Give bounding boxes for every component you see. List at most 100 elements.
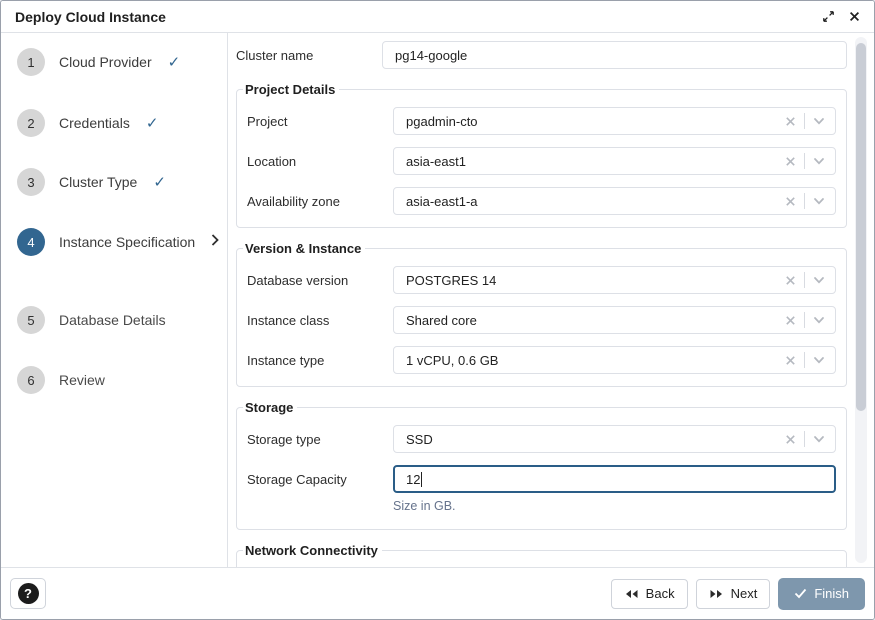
select-divider xyxy=(804,153,805,169)
project-details-legend: Project Details xyxy=(243,82,339,97)
storage-section: Storage Storage type SSD Storage Capacit… xyxy=(236,400,847,530)
dialog-footer: ? Back Next Finish xyxy=(1,567,874,619)
text-cursor xyxy=(421,472,422,487)
chevron-down-icon[interactable] xyxy=(813,195,825,207)
maximize-icon[interactable] xyxy=(820,8,837,25)
step-number-badge: 1 xyxy=(17,48,45,76)
location-value: asia-east1 xyxy=(406,154,466,169)
wizard-step-credentials[interactable]: 2 Credentials ✓ xyxy=(17,109,221,137)
select-divider xyxy=(804,193,805,209)
chevron-down-icon[interactable] xyxy=(813,274,825,286)
step-number-badge: 2 xyxy=(17,109,45,137)
step-completed-check-icon: ✓ xyxy=(146,114,159,132)
project-label: Project xyxy=(247,114,393,129)
step-label: Database Details xyxy=(59,312,166,328)
select-divider xyxy=(804,312,805,328)
wizard-step-cloud-provider[interactable]: 1 Cloud Provider ✓ xyxy=(17,48,221,76)
database-version-value: POSTGRES 14 xyxy=(406,273,496,288)
scrollbar-thumb[interactable] xyxy=(856,43,866,411)
finish-button[interactable]: Finish xyxy=(778,578,865,610)
back-button[interactable]: Back xyxy=(611,579,688,609)
chevron-down-icon[interactable] xyxy=(813,433,825,445)
back-button-label: Back xyxy=(646,586,675,601)
cluster-name-input[interactable]: pg14-google xyxy=(382,41,847,69)
step-label: Cluster Type xyxy=(59,174,137,190)
active-step-chevron-icon xyxy=(211,233,219,251)
wizard-step-instance-specification[interactable]: 4 Instance Specification xyxy=(17,228,221,256)
chevron-down-icon[interactable] xyxy=(813,314,825,326)
database-version-select[interactable]: POSTGRES 14 xyxy=(393,266,836,294)
location-select[interactable]: asia-east1 xyxy=(393,147,836,175)
step-number-badge: 5 xyxy=(17,306,45,334)
storage-type-label: Storage type xyxy=(247,432,393,447)
project-value: pgadmin-cto xyxy=(406,114,478,129)
dialog-title: Deploy Cloud Instance xyxy=(15,9,166,25)
version-instance-legend: Version & Instance xyxy=(243,241,365,256)
instance-class-select[interactable]: Shared core xyxy=(393,306,836,334)
storage-type-value: SSD xyxy=(406,432,433,447)
step-label: Credentials xyxy=(59,115,130,131)
step-number-badge: 3 xyxy=(17,168,45,196)
storage-legend: Storage xyxy=(243,400,297,415)
step-label: Review xyxy=(59,372,105,388)
storage-type-select[interactable]: SSD xyxy=(393,425,836,453)
instance-class-label: Instance class xyxy=(247,313,393,328)
wizard-step-cluster-type[interactable]: 3 Cluster Type ✓ xyxy=(17,168,221,196)
close-icon[interactable] xyxy=(847,9,862,24)
deploy-cloud-instance-dialog: Deploy Cloud Instance 1 Cloud Provider ✓ xyxy=(0,0,875,620)
help-button[interactable]: ? xyxy=(10,578,46,609)
select-divider xyxy=(804,352,805,368)
chevron-down-icon[interactable] xyxy=(813,354,825,366)
wizard-step-database-details[interactable]: 5 Database Details xyxy=(17,306,221,334)
clear-icon[interactable] xyxy=(785,156,796,167)
clear-icon[interactable] xyxy=(785,116,796,127)
instance-specification-form: Cluster name pg14-google Project Details… xyxy=(228,33,874,567)
finish-button-label: Finish xyxy=(814,586,849,601)
database-version-label: Database version xyxy=(247,273,393,288)
clear-icon[interactable] xyxy=(785,434,796,445)
storage-capacity-label: Storage Capacity xyxy=(247,472,393,487)
step-number-badge: 4 xyxy=(17,228,45,256)
step-label: Instance Specification xyxy=(59,234,195,250)
dialog-titlebar: Deploy Cloud Instance xyxy=(1,1,874,33)
clear-icon[interactable] xyxy=(785,275,796,286)
step-completed-check-icon: ✓ xyxy=(168,53,181,71)
project-select[interactable]: pgadmin-cto xyxy=(393,107,836,135)
clear-icon[interactable] xyxy=(785,315,796,326)
clear-icon[interactable] xyxy=(785,355,796,366)
help-icon: ? xyxy=(18,583,39,604)
storage-capacity-value: 12 xyxy=(406,472,420,487)
wizard-step-review[interactable]: 6 Review xyxy=(17,366,221,394)
clear-icon[interactable] xyxy=(785,196,796,207)
double-left-arrow-icon xyxy=(624,589,639,599)
select-divider xyxy=(804,113,805,129)
instance-type-value: 1 vCPU, 0.6 GB xyxy=(406,353,498,368)
chevron-down-icon[interactable] xyxy=(813,115,825,127)
chevron-down-icon[interactable] xyxy=(813,155,825,167)
instance-type-select[interactable]: 1 vCPU, 0.6 GB xyxy=(393,346,836,374)
instance-class-value: Shared core xyxy=(406,313,477,328)
check-icon xyxy=(794,588,807,599)
step-number-badge: 6 xyxy=(17,366,45,394)
select-divider xyxy=(804,431,805,447)
cluster-name-value: pg14-google xyxy=(395,48,467,63)
step-completed-check-icon: ✓ xyxy=(153,173,166,191)
select-divider xyxy=(804,272,805,288)
location-label: Location xyxy=(247,154,393,169)
next-button[interactable]: Next xyxy=(696,579,771,609)
wizard-steps-panel: 1 Cloud Provider ✓ 2 Credentials ✓ 3 Clu… xyxy=(1,33,228,567)
next-button-label: Next xyxy=(731,586,758,601)
cluster-name-label: Cluster name xyxy=(236,48,382,63)
form-scrollbar[interactable] xyxy=(855,37,867,563)
storage-capacity-helper-text: Size in GB. xyxy=(393,499,836,513)
availability-zone-select[interactable]: asia-east1-a xyxy=(393,187,836,215)
network-connectivity-legend: Network Connectivity xyxy=(243,543,382,558)
storage-capacity-input[interactable]: 12 xyxy=(393,465,836,493)
network-connectivity-section: Network Connectivity xyxy=(236,543,847,567)
project-details-section: Project Details Project pgadmin-cto Loca… xyxy=(236,82,847,228)
availability-zone-value: asia-east1-a xyxy=(406,194,478,209)
version-instance-section: Version & Instance Database version POST… xyxy=(236,241,847,387)
step-label: Cloud Provider xyxy=(59,54,152,70)
double-right-arrow-icon xyxy=(709,589,724,599)
availability-zone-label: Availability zone xyxy=(247,194,393,209)
